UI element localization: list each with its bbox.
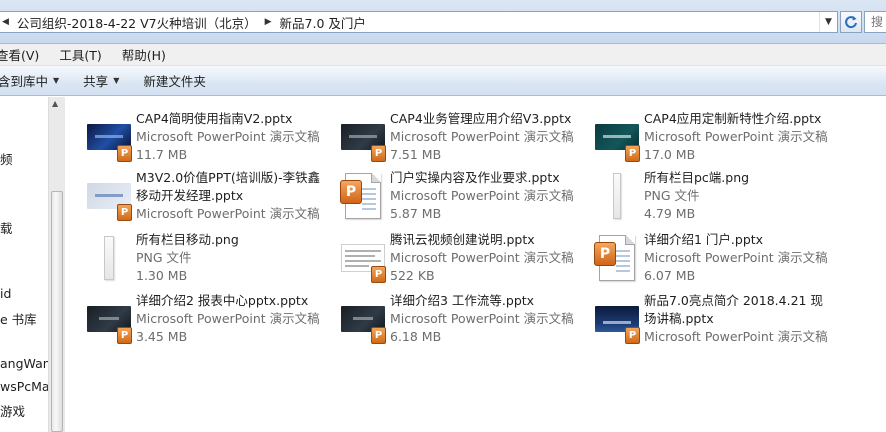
file-item[interactable]: 所有栏目移动.png PNG 文件 1.30 MB [82,231,334,289]
new-folder-label: 新建文件夹 [143,74,206,89]
breadcrumb-item-current[interactable]: 新品7.0 及门户 [274,12,372,32]
breadcrumb-item-parent[interactable]: 公司组织-2018-4-22 V7火种培训（北京） [11,12,263,32]
file-item[interactable]: P 详细介绍2 报表中心pptx.pptx Microsoft PowerPoi… [82,292,334,350]
file-size: 4.79 MB [644,206,696,221]
file-item[interactable]: P 详细介绍1 门户.pptx Microsoft PowerPoint 演示文… [590,231,842,289]
file-size: 7.51 MB [390,147,442,162]
file-name: CAP4业务管理应用介绍V3.pptx [390,111,572,126]
refresh-button[interactable] [840,11,862,33]
file-item[interactable]: P 详细介绍3 工作流等.pptx Microsoft PowerPoint 演… [336,292,588,350]
nav-item[interactable]: 游戏 [0,401,25,420]
file-type: Microsoft PowerPoint 演示文稿 [136,311,320,326]
navigation-pane: 频 载 id e 书库 angWan wsPcMa 游戏 [0,97,48,432]
nav-item[interactable]: id [0,286,11,301]
menu-tools[interactable]: 工具(T) [49,45,111,64]
file-size: 1.30 MB [136,268,188,283]
file-list: P CAP4简明使用指南V2.pptx Microsoft PowerPoint… [66,97,886,432]
share-button[interactable]: 共享 ▼ [71,66,131,95]
file-type: Microsoft PowerPoint 演示文稿 [644,129,828,144]
ppt-slide-grey-icon: P [82,169,136,223]
file-type: Microsoft PowerPoint 演示文稿 [390,311,574,326]
ppt-slide-sheet-icon: P [336,231,390,285]
file-type: Microsoft PowerPoint 演示文稿 [644,250,828,265]
nav-item[interactable]: e 书库 [0,309,37,328]
share-label: 共享 [83,74,109,89]
chevron-down-icon: ▼ [113,76,120,85]
file-item[interactable]: P CAP4业务管理应用介绍V3.pptx Microsoft PowerPoi… [336,110,588,168]
png-image-icon [590,169,644,223]
menu-bar: 查看(V) 工具(T) 帮助(H) [0,44,886,66]
file-name: M3V2.0价值PPT(培训版)-李铁鑫移动开发经理.pptx [136,170,321,203]
scroll-up-icon[interactable]: ▲ [52,99,58,108]
nav-item[interactable]: angWan [0,356,48,371]
file-name: 详细介绍1 门户.pptx [644,232,764,247]
file-type: PNG 文件 [644,188,700,203]
file-type: Microsoft PowerPoint 演示文稿 [136,129,320,144]
navigation-scrollbar[interactable]: ▲ [48,97,65,432]
png-image-icon [82,231,136,285]
file-item[interactable]: 所有栏目pc端.png PNG 文件 4.79 MB [590,169,842,227]
file-name: 所有栏目pc端.png [644,170,750,185]
address-bar: ◀ 公司组织-2018-4-22 V7火种培训（北京） ▶ 新品7.0 及门户 … [0,0,886,44]
file-size: 6.18 MB [390,329,442,344]
file-item[interactable]: P M3V2.0价值PPT(培训版)-李铁鑫移动开发经理.pptx Micros… [82,169,334,227]
file-name: 所有栏目移动.png [136,232,239,247]
nav-item[interactable]: 载 [0,218,13,237]
file-name: 详细介绍3 工作流等.pptx [390,293,535,308]
file-type: Microsoft PowerPoint 演示文稿 [136,206,320,221]
file-name: CAP4简明使用指南V2.pptx [136,111,293,126]
file-item[interactable]: P 腾讯云视频创建说明.pptx Microsoft PowerPoint 演示… [336,231,588,289]
file-name: 详细介绍2 报表中心pptx.pptx [136,293,309,308]
file-size: 5.87 MB [390,206,442,221]
file-size: 11.7 MB [136,147,188,162]
file-size: 17.0 MB [644,147,696,162]
menu-view[interactable]: 查看(V) [0,45,49,64]
file-type: Microsoft PowerPoint 演示文稿 [390,129,574,144]
address-dropdown-icon[interactable]: ▼ [819,12,837,32]
file-item[interactable]: P CAP4应用定制新特性介绍.pptx Microsoft PowerPoin… [590,110,842,168]
file-size: 3.45 MB [136,329,188,344]
file-item[interactable]: P 新品7.0亮点简介 2018.4.21 现场讲稿.pptx Microsof… [590,292,842,350]
ppt-document-icon: P [336,169,390,223]
nav-item[interactable]: wsPcMa [0,379,48,394]
breadcrumb-separator-icon[interactable]: ▶ [263,17,274,27]
include-in-library-button[interactable]: 含到库中 ▼ [0,66,71,95]
file-type: PNG 文件 [136,250,192,265]
file-size: 6.07 MB [644,268,696,283]
include-in-library-label: 含到库中 [0,74,49,89]
ppt-document-icon: P [590,231,644,285]
file-item[interactable]: P 门户实操内容及作业要求.pptx Microsoft PowerPoint … [336,169,588,227]
menu-help[interactable]: 帮助(H) [112,45,176,64]
ppt-slide-dark-icon: P [336,292,390,346]
nav-item[interactable]: 频 [0,149,13,168]
file-name: 新品7.0亮点简介 2018.4.21 现场讲稿.pptx [644,293,823,326]
file-type: Microsoft PowerPoint 演示文稿 [390,188,574,203]
ppt-slide-dark-icon: P [82,292,136,346]
ppt-slide-blue-icon: P [82,110,136,164]
file-type: Microsoft PowerPoint 演示文稿 [390,250,574,265]
command-toolbar: 含到库中 ▼ 共享 ▼ 新建文件夹 [0,66,886,96]
file-name: 腾讯云视频创建说明.pptx [390,232,535,247]
ppt-slide-night-icon: P [590,292,644,346]
breadcrumb-chevron-icon[interactable]: ◀ [0,17,11,27]
chevron-down-icon: ▼ [53,76,60,85]
scrollbar-thumb[interactable] [51,191,63,432]
ppt-slide-teal-icon: P [590,110,644,164]
file-size: 522 KB [390,268,435,283]
file-type: Microsoft PowerPoint 演示文稿 [644,329,828,344]
new-folder-button[interactable]: 新建文件夹 [131,66,218,95]
file-item[interactable]: P CAP4简明使用指南V2.pptx Microsoft PowerPoint… [82,110,334,168]
file-name: 门户实操内容及作业要求.pptx [390,170,560,185]
refresh-icon [845,16,857,29]
address-field[interactable]: ◀ 公司组织-2018-4-22 V7火种培训（北京） ▶ 新品7.0 及门户 … [0,11,838,33]
search-input[interactable]: 搜 [864,11,886,33]
ppt-slide-dark-icon: P [336,110,390,164]
file-name: CAP4应用定制新特性介绍.pptx [644,111,822,126]
